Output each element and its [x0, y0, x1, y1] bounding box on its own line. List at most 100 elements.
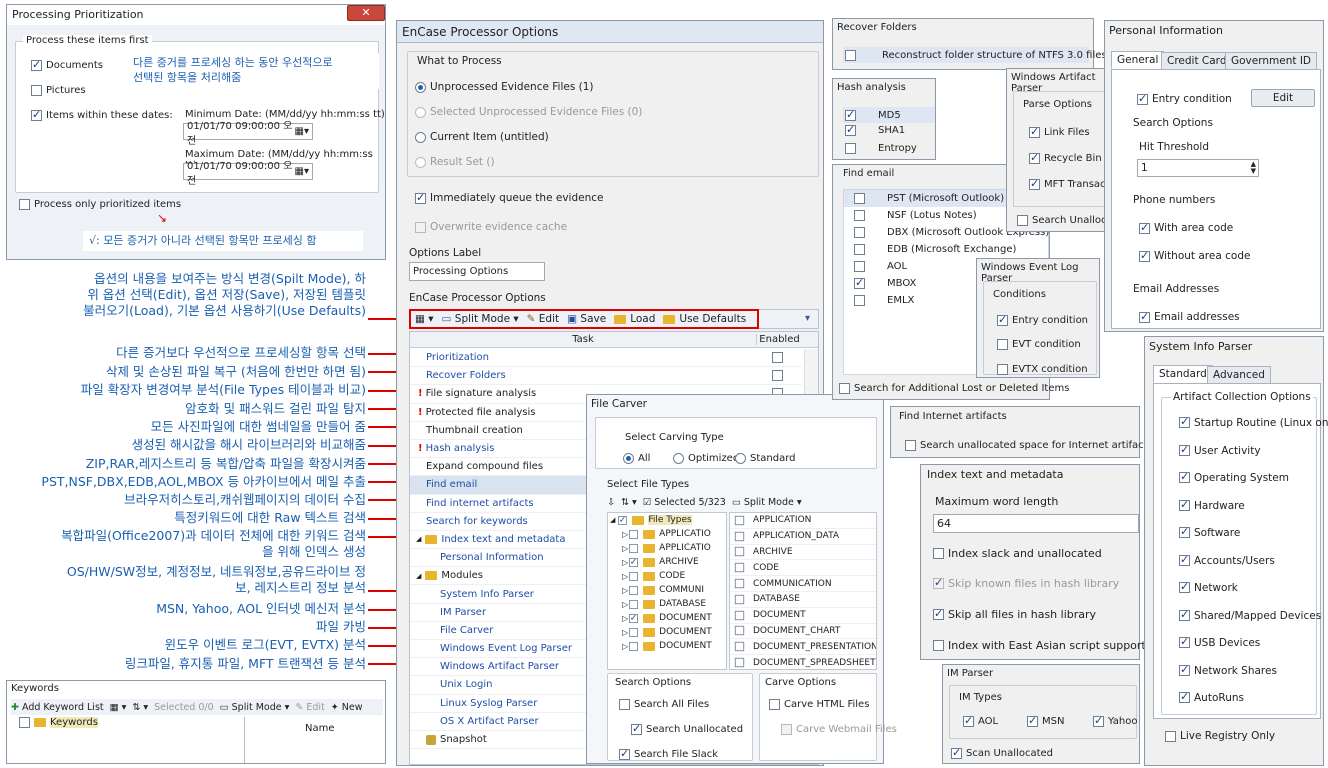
file-type-list-item[interactable]: DOCUMENT_PRESENTATION	[730, 639, 876, 656]
calendar-icon[interactable]: ▦▾	[295, 166, 312, 177]
toolbar-dropdown-icon[interactable]: ▾	[805, 313, 810, 324]
unprocessed-radio[interactable]: Unprocessed Evidence Files (1)	[415, 81, 594, 93]
carve-webmail-checkbox[interactable]: Carve Webmail Files	[781, 724, 897, 735]
split-mode-button[interactable]: ▭ Split Mode ▾	[442, 313, 519, 325]
split-mode-button[interactable]: ▭ Split Mode ▾	[220, 702, 290, 713]
search-unallocated-checkbox[interactable]: Search Unallocated	[631, 722, 743, 735]
scan-unallocated-checkbox[interactable]: Scan Unallocated	[951, 746, 1053, 759]
pictures-checkbox[interactable]: Pictures	[31, 85, 86, 96]
tab-general[interactable]: General	[1111, 51, 1165, 69]
file-type-list-item[interactable]: APPLICATION	[730, 513, 876, 529]
grid-icon[interactable]: ▦ ▾	[415, 313, 434, 325]
without-area-code-checkbox[interactable]: Without area code	[1139, 249, 1250, 262]
sort-icon[interactable]: ⇅ ▾	[621, 497, 637, 508]
max-date-field[interactable]: 01/01/70 09:00:00 오전 ▦▾	[183, 161, 313, 187]
standard-radio[interactable]: Standard	[735, 453, 796, 464]
file-type-tree-item[interactable]: ▷ CODE	[608, 569, 726, 583]
items-dates-checkbox[interactable]: Items within these dates:	[31, 108, 173, 121]
load-button[interactable]: Load	[614, 313, 655, 325]
file-types-root[interactable]: ◢File Types	[608, 513, 726, 527]
result-set-radio[interactable]: Result Set ()	[415, 156, 495, 168]
artifact-collection-checkbox[interactable]: Shared/Mapped Devices	[1179, 608, 1328, 638]
artifact-collection-checkbox[interactable]: USB Devices	[1179, 635, 1328, 665]
split-mode-button[interactable]: ▭ Split Mode ▾	[732, 497, 802, 508]
task-column-header[interactable]: Task	[410, 334, 756, 345]
carve-html-checkbox[interactable]: Carve HTML Files	[769, 699, 869, 710]
documents-checkbox[interactable]: Documents	[31, 58, 103, 71]
artifact-collection-checkbox[interactable]: Startup Routine (Linux only)	[1179, 415, 1328, 445]
skip-all-checkbox[interactable]: Skip all files in hash library	[933, 607, 1096, 621]
file-type-tree-item[interactable]: ▷DOCUMENT	[608, 611, 726, 625]
calendar-icon[interactable]: ▦▾	[295, 126, 312, 137]
overwrite-checkbox[interactable]: Overwrite evidence cache	[415, 221, 567, 233]
file-type-tree-item[interactable]: ▷ DATABASE	[608, 597, 726, 611]
enabled-column-header[interactable]: Enabled	[756, 334, 802, 345]
entry-condition-checkbox[interactable]: Entry condition	[1137, 92, 1232, 105]
reconstruct-checkbox[interactable]: Reconstruct folder structure of NTFS 3.0…	[843, 47, 1107, 63]
current-item-radio[interactable]: Current Item (untitled)	[415, 131, 549, 143]
aol-checkbox[interactable]: AOL	[963, 714, 998, 727]
md5-checkbox[interactable]: MD5	[843, 107, 935, 123]
optimized-radio[interactable]: Optimized	[673, 453, 739, 464]
tab-government-id[interactable]: Government ID	[1225, 52, 1318, 70]
east-asian-checkbox[interactable]: Index with East Asian script support	[933, 639, 1146, 652]
only-prioritized-checkbox[interactable]: Process only prioritized items	[19, 199, 181, 210]
file-type-tree-item[interactable]: ▷ARCHIVE	[608, 555, 726, 569]
search-all-checkbox[interactable]: Search All Files	[619, 699, 709, 710]
email-type-checkbox[interactable]: EDB (Microsoft Exchange)	[844, 241, 1048, 258]
spinner-icon[interactable]: ▲ ▼	[1251, 161, 1258, 175]
enabled-checkbox[interactable]	[771, 370, 783, 382]
sort-icon[interactable]: ⇅ ▾	[132, 702, 148, 713]
file-type-tree-item[interactable]: ▷DOCUMENT	[608, 639, 726, 653]
expand-icon[interactable]: ◢	[416, 535, 421, 543]
artifact-collection-checkbox[interactable]: Software	[1179, 525, 1328, 555]
msn-checkbox[interactable]: MSN	[1027, 714, 1064, 727]
tree-icon[interactable]: ⇩	[607, 497, 615, 508]
artifact-collection-checkbox[interactable]: User Activity	[1179, 443, 1328, 473]
file-type-list-item[interactable]: APPLICATION_DATA	[730, 529, 876, 545]
entry-condition-checkbox[interactable]: Entry condition	[997, 313, 1088, 326]
min-date-field[interactable]: 01/01/70 09:00:00 오전 ▦▾	[183, 121, 313, 147]
artifact-collection-checkbox[interactable]: Hardware	[1179, 498, 1328, 528]
file-type-tree-item[interactable]: ▷ COMMUNI	[608, 583, 726, 597]
task-row[interactable]: Recover Folders	[410, 367, 802, 386]
queue-checkbox[interactable]: Immediately queue the evidence	[415, 191, 603, 204]
internet-unallocated-checkbox[interactable]: Search unallocated space for Internet ar…	[905, 440, 1153, 451]
keywords-root[interactable]: Keywords	[19, 717, 98, 728]
file-type-tree-item[interactable]: ▷DOCUMENT	[608, 625, 726, 639]
live-registry-checkbox[interactable]: Live Registry Only	[1165, 730, 1275, 742]
artifact-collection-checkbox[interactable]: Accounts/Users	[1179, 553, 1328, 583]
evt-condition-checkbox[interactable]: EVT condition	[997, 339, 1081, 350]
tab-standard[interactable]: Standard	[1153, 365, 1213, 383]
use-defaults-button[interactable]: Use Defaults	[663, 313, 746, 325]
tab-advanced[interactable]: Advanced	[1207, 366, 1271, 384]
index-slack-checkbox[interactable]: Index slack and unallocated	[933, 547, 1102, 560]
file-type-list-item[interactable]: COMMUNICATION	[730, 576, 876, 592]
selected-unprocessed-radio[interactable]: Selected Unprocessed Evidence Files (0)	[415, 106, 642, 118]
add-keyword-list-button[interactable]: ✚ Add Keyword List	[11, 702, 104, 713]
artifact-collection-checkbox[interactable]: Network Shares	[1179, 663, 1328, 693]
file-type-list-item[interactable]: DOCUMENT_CHART	[730, 624, 876, 640]
artifact-collection-checkbox[interactable]: Operating System	[1179, 470, 1328, 500]
artifact-collection-checkbox[interactable]: Network	[1179, 580, 1328, 610]
file-type-list-item[interactable]: DATABASE	[730, 592, 876, 608]
all-radio[interactable]: All	[623, 453, 650, 464]
task-row[interactable]: Prioritization	[410, 349, 802, 368]
search-slack-checkbox[interactable]: Search File Slack	[619, 747, 718, 760]
file-type-list-item[interactable]: DOCUMENT_SPREADSHEET	[730, 655, 876, 669]
artifact-collection-checkbox[interactable]: AutoRuns	[1179, 690, 1328, 720]
file-type-list-item[interactable]: CODE	[730, 560, 876, 577]
close-button[interactable]: ✕	[347, 5, 385, 21]
enabled-checkbox[interactable]	[771, 351, 783, 363]
new-button[interactable]: ✦ New	[331, 702, 363, 713]
edit-button[interactable]: ✎ Edit	[527, 313, 560, 325]
entropy-checkbox[interactable]: Entropy	[843, 143, 917, 154]
file-type-tree-item[interactable]: ▷ APPLICATIO	[608, 541, 726, 555]
save-button[interactable]: ▣ Save	[567, 313, 606, 325]
evtx-condition-checkbox[interactable]: EVTX condition	[997, 364, 1088, 375]
yahoo-checkbox[interactable]: Yahoo	[1093, 714, 1137, 727]
expand-icon[interactable]: ◢	[416, 572, 421, 580]
tab-credit-card[interactable]: Credit Card	[1161, 52, 1233, 70]
file-type-tree-item[interactable]: ▷ APPLICATIO	[608, 527, 726, 541]
email-addresses-checkbox[interactable]: Email addresses	[1139, 310, 1240, 323]
